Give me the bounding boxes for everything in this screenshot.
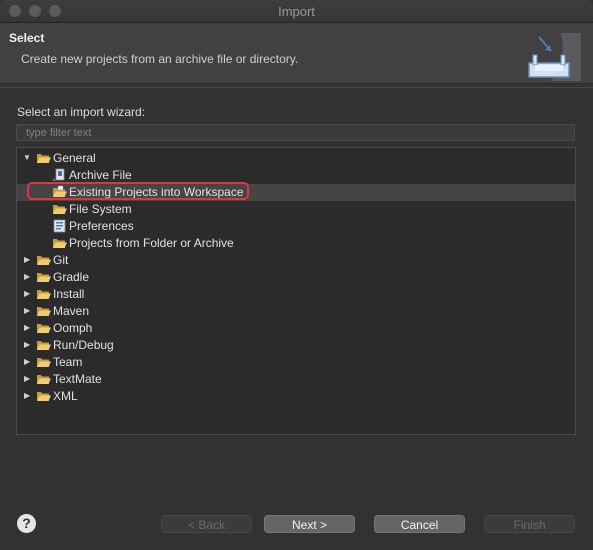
folder-icon: [37, 307, 51, 316]
folder-icon: [53, 239, 67, 248]
chevron-right-icon[interactable]: ▶: [24, 323, 33, 333]
folder-icon: [37, 375, 51, 384]
chevron-right-icon[interactable]: ▶: [24, 289, 33, 299]
chevron-right-icon[interactable]: ▶: [24, 272, 33, 282]
chevron-right-icon[interactable]: ▶: [24, 391, 33, 401]
tree-item-label: Run/Debug: [53, 338, 114, 352]
tree-item-preferences[interactable]: Preferences: [17, 218, 575, 235]
header-separator: [0, 87, 593, 88]
tree-item-team[interactable]: ▶ Team: [17, 354, 575, 371]
folder-icon: [53, 205, 67, 214]
cancel-button[interactable]: Cancel: [374, 515, 465, 533]
tree-item-label: General: [53, 151, 96, 165]
chevron-down-icon[interactable]: ▼: [23, 153, 32, 163]
folder-icon: [37, 256, 51, 265]
archive-file-icon: [53, 168, 65, 181]
footer-separator: [0, 497, 593, 498]
tree-item-label: XML: [53, 389, 78, 403]
folder-icon: [37, 290, 51, 299]
tree-item-label: Gradle: [53, 270, 90, 284]
folder-icon: [37, 324, 51, 333]
next-button[interactable]: Next >: [264, 515, 355, 533]
tree-item-label: Team: [53, 355, 83, 369]
window-title: Import: [278, 4, 315, 19]
tree-item-install[interactable]: ▶ Install: [17, 286, 575, 303]
chevron-right-icon[interactable]: ▶: [24, 357, 33, 367]
folder-icon: [37, 392, 51, 401]
tree-item-general[interactable]: ▼ General: [17, 150, 575, 167]
page-title: Select: [9, 31, 45, 45]
wizard-header: Select Create new projects from an archi…: [0, 23, 593, 84]
wizard-list-label: Select an import wizard:: [17, 105, 146, 119]
tree-item-label: Preferences: [69, 219, 134, 233]
title-bar: Import: [0, 0, 593, 23]
finish-button[interactable]: Finish: [484, 515, 575, 533]
preferences-icon: [53, 219, 66, 233]
tree-item-label: File System: [69, 202, 132, 216]
tree-item-run-debug[interactable]: ▶ Run/Debug: [17, 337, 575, 354]
tree-item-oomph[interactable]: ▶ Oomph: [17, 320, 575, 337]
tree-item-maven[interactable]: ▶ Maven: [17, 303, 575, 320]
tree-item-label: Git: [53, 253, 69, 267]
chevron-right-icon[interactable]: ▶: [24, 255, 33, 265]
tree-item-label: Oomph: [53, 321, 93, 335]
tree-item-git[interactable]: ▶ Git: [17, 252, 575, 269]
selection-highlight-outline: [27, 182, 249, 200]
open-folder-icon: [37, 154, 51, 163]
tree-item-label: TextMate: [53, 372, 102, 386]
help-icon[interactable]: ?: [17, 514, 36, 533]
folder-icon: [37, 273, 51, 282]
chevron-right-icon[interactable]: ▶: [24, 306, 33, 316]
filter-input[interactable]: type filter text: [16, 124, 575, 141]
tree-item-label: Maven: [53, 304, 90, 318]
chevron-right-icon[interactable]: ▶: [24, 374, 33, 384]
tree-item-textmate[interactable]: ▶ TextMate: [17, 371, 575, 388]
folder-icon: [37, 358, 51, 367]
tree-item-projects-from-folder[interactable]: Projects from Folder or Archive: [17, 235, 575, 252]
page-description: Create new projects from an archive file…: [21, 52, 299, 66]
tree-item-xml[interactable]: ▶ XML: [17, 388, 575, 405]
folder-icon: [37, 341, 51, 350]
import-wizard-icon: [528, 33, 581, 81]
tree-item-label: Archive File: [69, 168, 132, 182]
tree-item-label: Install: [53, 287, 85, 301]
chevron-right-icon[interactable]: ▶: [24, 340, 33, 350]
back-button[interactable]: < Back: [161, 515, 252, 533]
tree-item-gradle[interactable]: ▶ Gradle: [17, 269, 575, 286]
tree-item-label: Projects from Folder or Archive: [69, 236, 234, 250]
import-dialog: Import Select Create new projects from a…: [0, 0, 593, 550]
tree-item-file-system[interactable]: File System: [17, 201, 575, 218]
